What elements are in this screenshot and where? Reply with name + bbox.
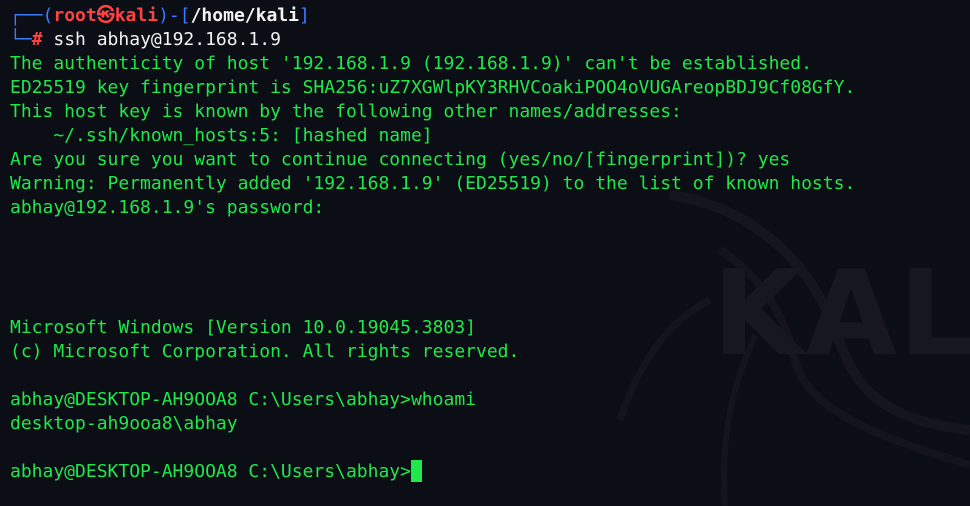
prompt-user: root bbox=[53, 5, 97, 26]
windows-copyright-line: (c) Microsoft Corporation. All rights re… bbox=[10, 341, 520, 362]
ssh-output-line: ED25519 key fingerprint is SHA256:uZ7XGW… bbox=[10, 77, 856, 98]
prompt-corner-top: ┌──( bbox=[10, 5, 54, 26]
prompt-mid: )-[ bbox=[158, 5, 191, 26]
whoami-output: desktop-ah9ooa8\abhay bbox=[10, 413, 238, 434]
ssh-output-line: Warning: Permanently added '192.168.1.9'… bbox=[10, 173, 856, 194]
prompt-end-bracket: ] bbox=[298, 5, 310, 26]
terminal-window[interactable]: KALI ┌──(root㉿kali)-[/home/kali] └─# ssh… bbox=[0, 0, 970, 506]
prompt-command-line: └─# ssh abhay@192.168.1.9 bbox=[10, 28, 970, 52]
ssh-password-prompt: abhay@192.168.1.9's password: bbox=[10, 197, 325, 218]
prompt-hash: # bbox=[31, 29, 43, 50]
cmd-line-whoami: abhay@DESKTOP-AH9OOA8 C:\Users\abhay>who… bbox=[10, 388, 970, 412]
terminal-content: ┌──(root㉿kali)-[/home/kali] └─# ssh abha… bbox=[10, 4, 970, 484]
ssh-output-line: The authenticity of host '192.168.1.9 (1… bbox=[10, 53, 812, 74]
ssh-command: ssh abhay@192.168.1.9 bbox=[42, 29, 281, 50]
prompt-corner-bottom: └─ bbox=[10, 29, 32, 50]
cmd-line-current[interactable]: abhay@DESKTOP-AH9OOA8 C:\Users\abhay> bbox=[10, 460, 970, 484]
prompt-header-line: ┌──(root㉿kali)-[/home/kali] bbox=[10, 4, 970, 28]
ssh-output-line: Are you sure you want to continue connec… bbox=[10, 149, 791, 170]
prompt-path: /home/kali bbox=[190, 5, 299, 26]
prompt-separator-icon: ㉿ bbox=[96, 5, 115, 26]
prompt-host: kali bbox=[114, 5, 159, 26]
text-cursor[interactable] bbox=[410, 460, 422, 482]
cmd-command: whoami bbox=[410, 389, 476, 410]
ssh-output-line: ~/.ssh/known_hosts:5: [hashed name] bbox=[10, 125, 433, 146]
windows-version-line: Microsoft Windows [Version 10.0.19045.38… bbox=[10, 317, 476, 338]
cmd-prompt: abhay@DESKTOP-AH9OOA8 C:\Users\abhay> bbox=[10, 461, 411, 482]
cmd-prompt: abhay@DESKTOP-AH9OOA8 C:\Users\abhay> bbox=[10, 389, 411, 410]
ssh-output-line: This host key is known by the following … bbox=[10, 101, 682, 122]
